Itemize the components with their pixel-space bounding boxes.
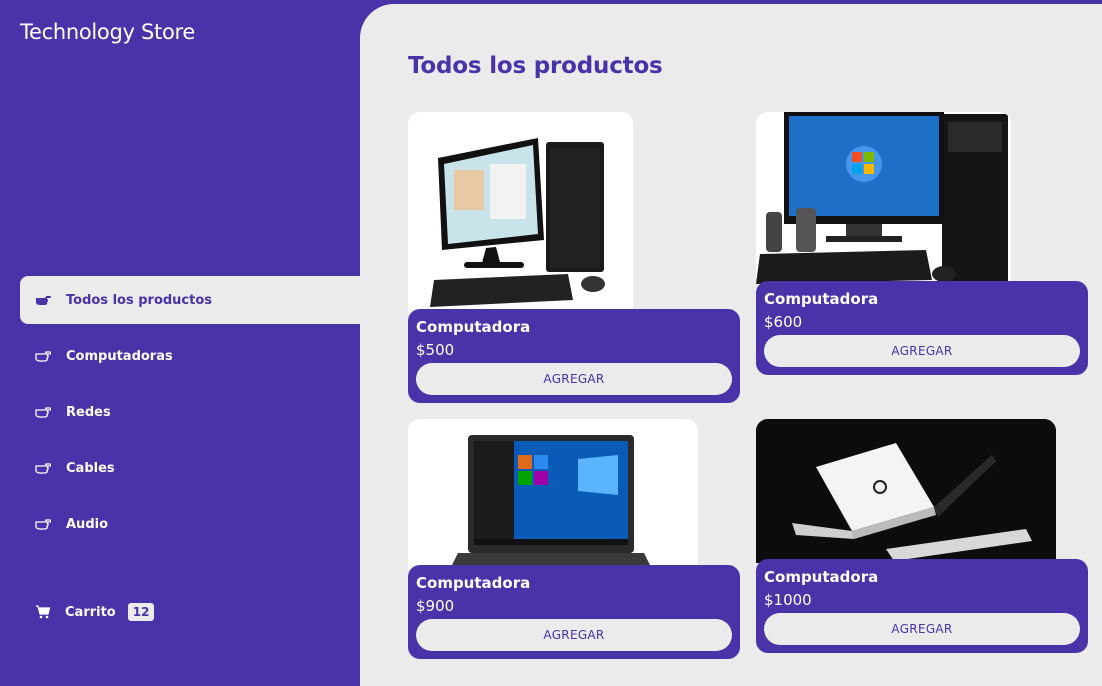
product-price: $500 (416, 341, 455, 359)
product-info: Computadora $600 AGREGAR (756, 281, 1088, 375)
main-content: Todos los productos Computadora $500 AGR… (360, 4, 1102, 686)
cart-count-badge: 12 (127, 603, 155, 621)
add-to-cart-button[interactable]: AGREGAR (416, 363, 732, 395)
product-name: Computadora (416, 318, 531, 336)
hand-pointer-icon (34, 347, 52, 365)
product-price: $600 (764, 313, 803, 331)
sidebar-item-redes[interactable]: Redes (20, 388, 360, 436)
product-image (408, 419, 698, 569)
page-title: Todos los productos (408, 53, 663, 79)
sidebar-item-label: Redes (66, 404, 111, 420)
hand-pointer-icon (34, 403, 52, 421)
product-info: Computadora $1000 AGREGAR (756, 559, 1088, 653)
sidebar-item-label: Todos los productos (66, 292, 213, 308)
sidebar-item-todos-los-productos[interactable]: Todos los productos (20, 276, 360, 324)
product-card: Computadora $900 AGREGAR (408, 419, 740, 659)
product-info: Computadora $500 AGREGAR (408, 309, 740, 403)
product-image (756, 112, 1011, 284)
brand-title: Technology Store (20, 20, 196, 44)
hand-pointer-icon (34, 459, 52, 477)
product-card: Computadora $600 AGREGAR (756, 112, 1088, 375)
product-price: $900 (416, 597, 455, 615)
sidebar-item-cables[interactable]: Cables (20, 444, 360, 492)
product-card: Computadora $1000 AGREGAR (756, 419, 1088, 653)
sidebar-item-audio[interactable]: Audio (20, 500, 360, 548)
hand-pointer-icon (34, 291, 52, 309)
hand-pointer-icon (34, 515, 52, 533)
cart-label: Carrito (65, 604, 116, 620)
product-image (408, 112, 633, 312)
cart-button[interactable]: Carrito 12 (34, 603, 155, 621)
add-to-cart-button[interactable]: AGREGAR (764, 613, 1080, 645)
add-to-cart-button[interactable]: AGREGAR (416, 619, 732, 651)
sidebar-item-label: Audio (66, 516, 109, 532)
sidebar-item-label: Computadoras (66, 348, 173, 364)
sidebar-nav: Todos los productos Computadoras Redes C… (20, 276, 360, 556)
product-card: Computadora $500 AGREGAR (408, 112, 740, 403)
product-image (756, 419, 1056, 563)
product-name: Computadora (764, 290, 879, 308)
sidebar-item-label: Cables (66, 460, 115, 476)
shopping-cart-icon (34, 603, 52, 621)
product-name: Computadora (416, 574, 531, 592)
product-price: $1000 (764, 591, 812, 609)
sidebar-item-computadoras[interactable]: Computadoras (20, 332, 360, 380)
product-name: Computadora (764, 568, 879, 586)
product-info: Computadora $900 AGREGAR (408, 565, 740, 659)
sidebar: Technology Store Todos los productos Com… (0, 0, 360, 686)
add-to-cart-button[interactable]: AGREGAR (764, 335, 1080, 367)
